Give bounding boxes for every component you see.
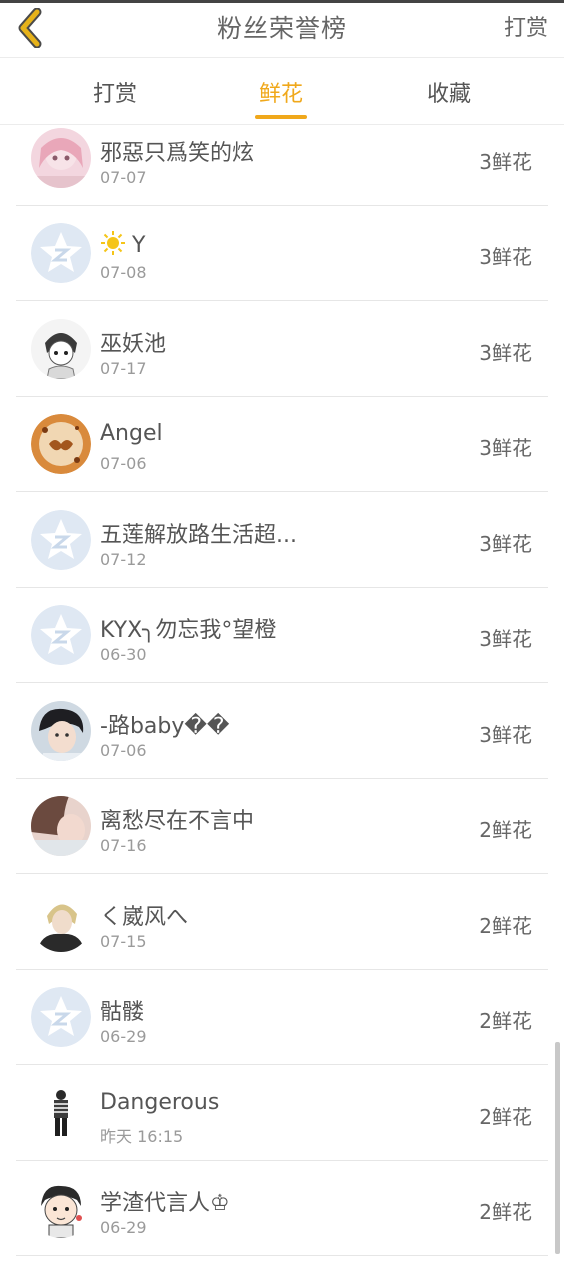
fan-name: 五莲解放路生活超... [100, 523, 297, 548]
fan-name: く崴风へ [100, 905, 189, 930]
flower-count: 2鲜花 [479, 1105, 532, 1129]
flower-count: 3鲜花 [479, 723, 532, 747]
list-item[interactable]: Dangerous 昨天 16:15 2鲜花 [16, 1066, 548, 1161]
flower-count: 3鲜花 [479, 627, 532, 651]
list-item[interactable]: KYX╮勿忘我°望橙 06-30 3鲜花 [16, 588, 548, 683]
flower-count: 3鲜花 [479, 341, 532, 365]
fan-name: 离愁尽在不言中 [100, 809, 255, 834]
list-item[interactable]: く崴风へ 07-15 2鲜花 [16, 875, 548, 970]
cartoon-boy-avatar [31, 1178, 91, 1238]
girl-photo-avatar [31, 796, 91, 856]
sketch-boy-avatar [31, 319, 91, 379]
active-tab-indicator [255, 115, 307, 119]
flower-count: 3鲜花 [479, 150, 532, 174]
fan-name: 学渣代言人♔ [100, 1191, 230, 1216]
boy-photo-avatar [31, 701, 91, 761]
list-item[interactable]: Angel 07-06 3鲜花 [16, 397, 548, 492]
page-title: 粉丝荣誉榜 [216, 14, 347, 43]
fan-date: 06-29 [100, 1027, 147, 1046]
list-item[interactable]: 骷髅 06-29 2鲜花 [16, 970, 548, 1065]
fan-name-text: Y [132, 233, 146, 258]
default-qq-avatar [31, 987, 91, 1047]
default-qq-avatar [31, 223, 91, 283]
flower-count: 2鲜花 [479, 914, 532, 938]
fan-name: KYX╮勿忘我°望橙 [100, 618, 277, 643]
list-item[interactable]: 离愁尽在不言中 07-16 2鲜花 [16, 779, 548, 874]
fan-name: Angel [100, 421, 163, 446]
figure-avatar [31, 1083, 91, 1143]
top-bar: 粉丝荣誉榜 打赏 [0, 0, 564, 58]
flower-count: 3鲜花 [479, 245, 532, 269]
fan-name: 邪惡只爲笑的炫 [100, 141, 255, 166]
fan-date: 06-30 [100, 645, 147, 664]
flower-count: 2鲜花 [479, 1200, 532, 1224]
list-item[interactable]: 巫妖池 07-17 3鲜花 [16, 302, 548, 397]
fan-date: 06-29 [100, 1218, 147, 1237]
fan-date: 07-16 [100, 836, 147, 855]
blonde-photo-avatar [31, 892, 91, 952]
pink-anime-avatar [31, 128, 91, 188]
tab-flowers[interactable]: 鲜花 [246, 76, 316, 108]
fan-date: 昨天 16:15 [100, 1127, 184, 1146]
fan-date: 07-08 [100, 263, 147, 282]
fan-list[interactable]: 邪惡只爲笑的炫 07-07 3鲜花 Y 07-08 3鲜花 巫妖池 07-17 … [0, 125, 564, 1280]
tab-reward[interactable]: 打赏 [80, 76, 150, 108]
fan-date: 07-06 [100, 741, 147, 760]
fan-name: Y [100, 230, 145, 258]
default-qq-avatar [31, 605, 91, 665]
fan-date: 07-12 [100, 550, 147, 569]
fan-name: 巫妖池 [100, 332, 167, 357]
fan-date: 07-15 [100, 932, 147, 951]
fan-name: Dangerous [100, 1090, 220, 1115]
flower-count: 2鲜花 [479, 818, 532, 842]
tab-favorites[interactable]: 收藏 [414, 76, 484, 108]
cookie-avatar [31, 414, 91, 474]
scrollbar[interactable] [555, 1042, 560, 1254]
default-qq-avatar [31, 510, 91, 570]
list-item[interactable]: -路baby�� 07-06 3鲜花 [16, 684, 548, 779]
list-item[interactable]: 邪惡只爲笑的炫 07-07 3鲜花 [16, 125, 548, 206]
fan-name: 骷髅 [100, 1000, 145, 1025]
sun-icon [101, 231, 125, 255]
tab-bar: 打赏 鲜花 收藏 [0, 58, 564, 125]
flower-count: 3鲜花 [479, 436, 532, 460]
fan-date: 07-17 [100, 359, 147, 378]
list-item[interactable]: Y 07-08 3鲜花 [16, 206, 548, 301]
flower-count: 3鲜花 [479, 532, 532, 556]
fan-date: 07-07 [100, 168, 147, 187]
reward-button[interactable]: 打赏 [504, 10, 548, 42]
list-item[interactable]: 学渣代言人♔ 06-29 2鲜花 [16, 1161, 548, 1256]
fan-name: -路baby�� [100, 714, 230, 739]
flower-count: 2鲜花 [479, 1009, 532, 1033]
list-item[interactable]: 五莲解放路生活超... 07-12 3鲜花 [16, 493, 548, 588]
fan-date: 07-06 [100, 454, 147, 473]
